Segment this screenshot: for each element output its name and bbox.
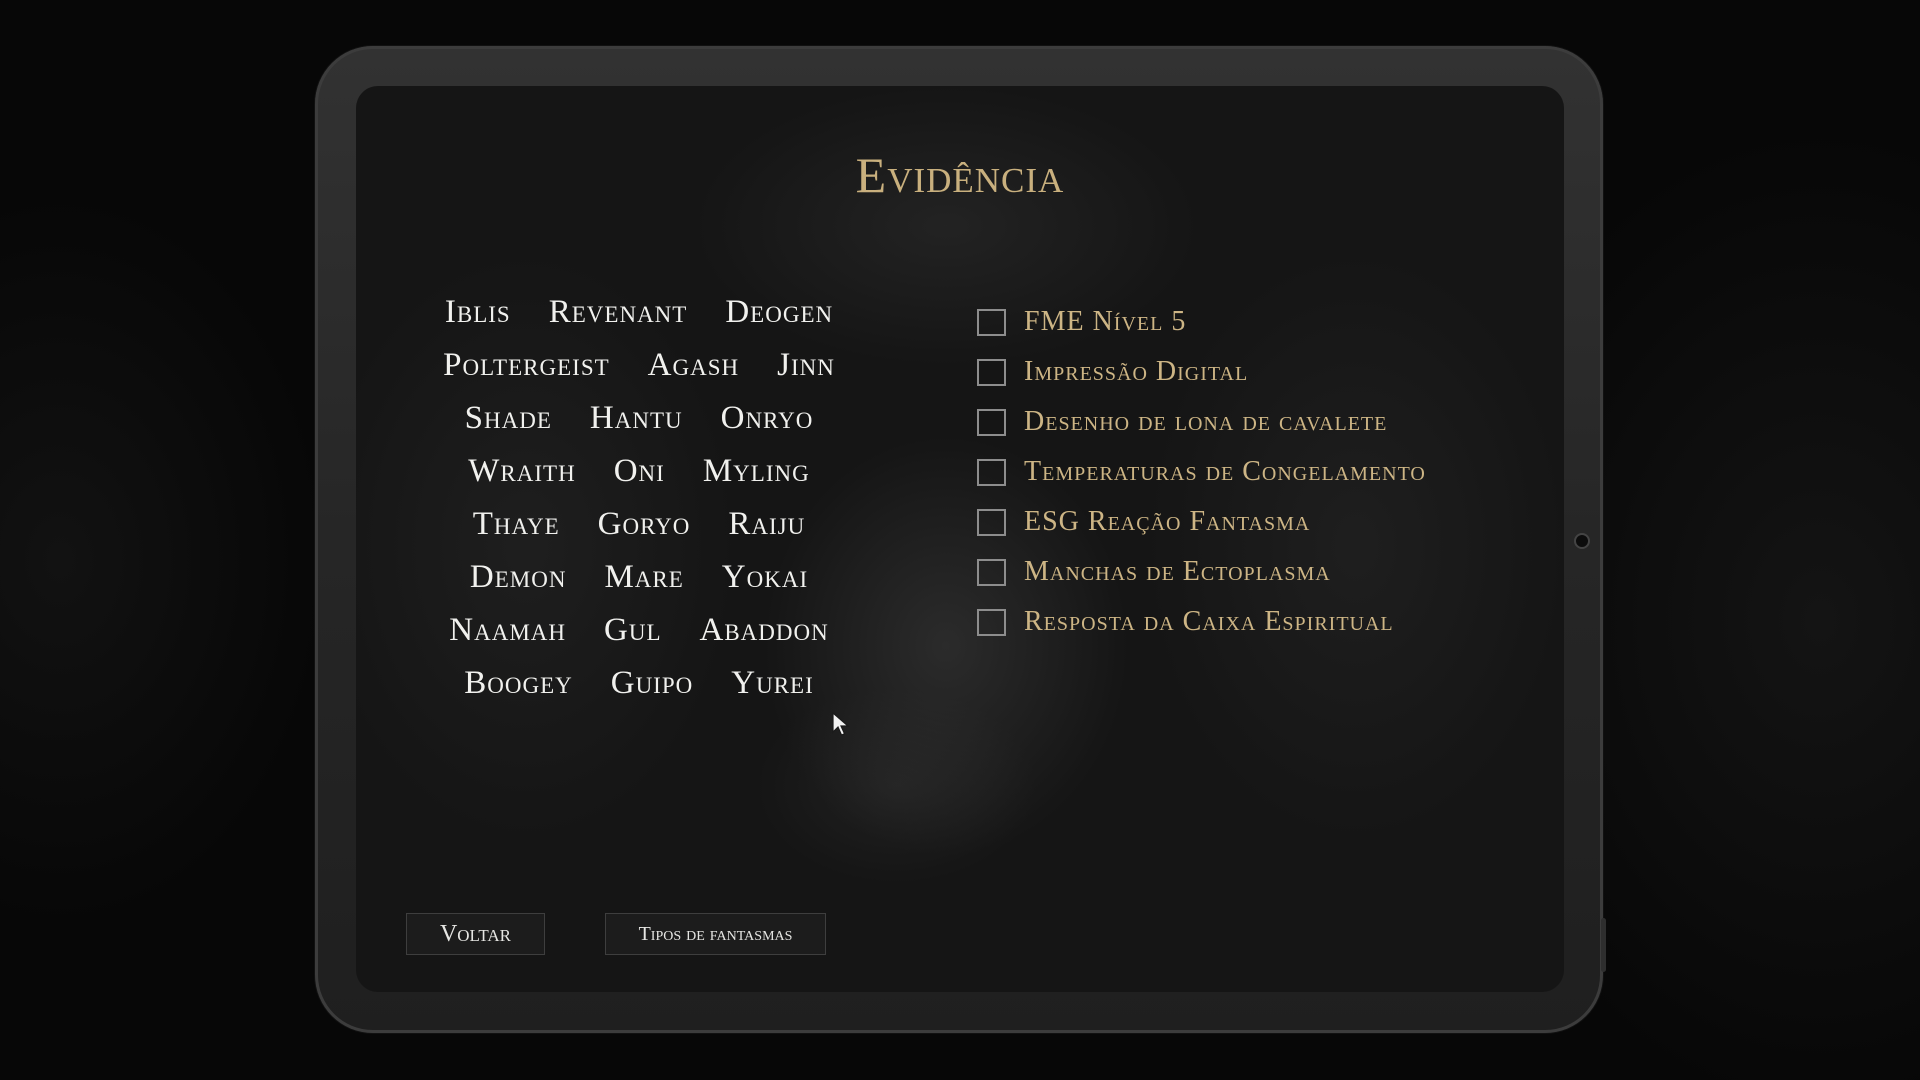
ghost-row: Shade Hantu Onryo [418,392,860,445]
journal-screen: Evidência Iblis Revenant Deogen Polterge… [356,86,1564,992]
evidence-label: Desenho de lona de cavalete [1024,406,1388,437]
ghost-deogen[interactable]: Deogen [725,294,833,331]
evidence-ectoplasm[interactable]: Manchas de Ectoplasma [977,547,1426,597]
ghost-oni[interactable]: Oni [614,453,665,490]
evidence-checkbox[interactable] [977,608,1006,636]
evidence-label: Manchas de Ectoplasma [1024,556,1331,587]
tablet-camera [1574,533,1590,549]
ghost-revenant[interactable]: Revenant [549,294,688,331]
ghost-row: Boogey Guipo Yurei [418,657,860,710]
ghost-list: Iblis Revenant Deogen Poltergeist Agash … [418,286,860,710]
ghost-shade[interactable]: Shade [465,400,552,437]
ghost-myling[interactable]: Myling [703,453,810,490]
ghost-guipo[interactable]: Guipo [611,665,694,702]
ghost-row: Naamah Gul Abaddon [418,604,860,657]
ghost-row: Poltergeist Agash Jinn [418,339,860,392]
ghost-row: Wraith Oni Myling [418,445,860,498]
evidence-checkbox[interactable] [977,508,1006,536]
evidence-label: Temperaturas de Congelamento [1024,456,1426,487]
ghost-raiju[interactable]: Raiju [728,506,805,543]
evidence-dots[interactable]: ESG Reação Fantasma [977,497,1426,547]
evidence-fingerprints[interactable]: Impressão Digital [977,347,1426,397]
ghost-yurei[interactable]: Yurei [731,665,814,702]
evidence-list: FME Nível 5 Impressão Digital Desenho de… [977,297,1426,647]
evidence-checkbox[interactable] [977,558,1006,586]
ghost-naamah[interactable]: Naamah [449,612,566,649]
ghost-goryo[interactable]: Goryo [598,506,691,543]
ghost-boogey[interactable]: Boogey [464,665,573,702]
ghost-hantu[interactable]: Hantu [590,400,683,437]
ghost-iblis[interactable]: Iblis [445,294,511,331]
ghost-yokai[interactable]: Yokai [722,559,808,596]
evidence-label: Impressão Digital [1024,356,1249,387]
ghost-abaddon[interactable]: Abaddon [700,612,829,649]
ghost-types-button[interactable]: Tipos de fantasmas [605,913,826,955]
ghost-thaye[interactable]: Thaye [473,506,560,543]
ghost-demon[interactable]: Demon [470,559,567,596]
ghost-wraith[interactable]: Wraith [468,453,575,490]
ghost-agash[interactable]: Agash [648,347,739,384]
ghost-poltergeist[interactable]: Poltergeist [443,347,610,384]
evidence-label: Resposta da Caixa Espiritual [1024,606,1394,637]
ghost-row: Thaye Goryo Raiju [418,498,860,551]
evidence-freezing-temps[interactable]: Temperaturas de Congelamento [977,447,1426,497]
ghost-onryo[interactable]: Onryo [721,400,814,437]
ghost-mare[interactable]: Mare [604,559,683,596]
ghost-gul[interactable]: Gul [604,612,662,649]
ghost-jinn[interactable]: Jinn [777,347,835,384]
evidence-label: ESG Reação Fantasma [1024,506,1311,537]
evidence-label: FME Nível 5 [1024,306,1187,337]
evidence-emf[interactable]: FME Nível 5 [977,297,1426,347]
evidence-checkbox[interactable] [977,458,1006,486]
evidence-checkbox[interactable] [977,408,1006,436]
tablet-side-button [1601,918,1606,972]
evidence-ghost-writing[interactable]: Desenho de lona de cavalete [977,397,1426,447]
back-button[interactable]: Voltar [406,913,545,955]
evidence-checkbox[interactable] [977,308,1006,336]
mouse-pointer-icon [832,712,850,736]
ghost-row: Iblis Revenant Deogen [418,286,860,339]
ghost-row: Demon Mare Yokai [418,551,860,604]
page-title: Evidência [855,147,1065,203]
evidence-checkbox[interactable] [977,358,1006,386]
evidence-spirit-box[interactable]: Resposta da Caixa Espiritual [977,597,1426,647]
